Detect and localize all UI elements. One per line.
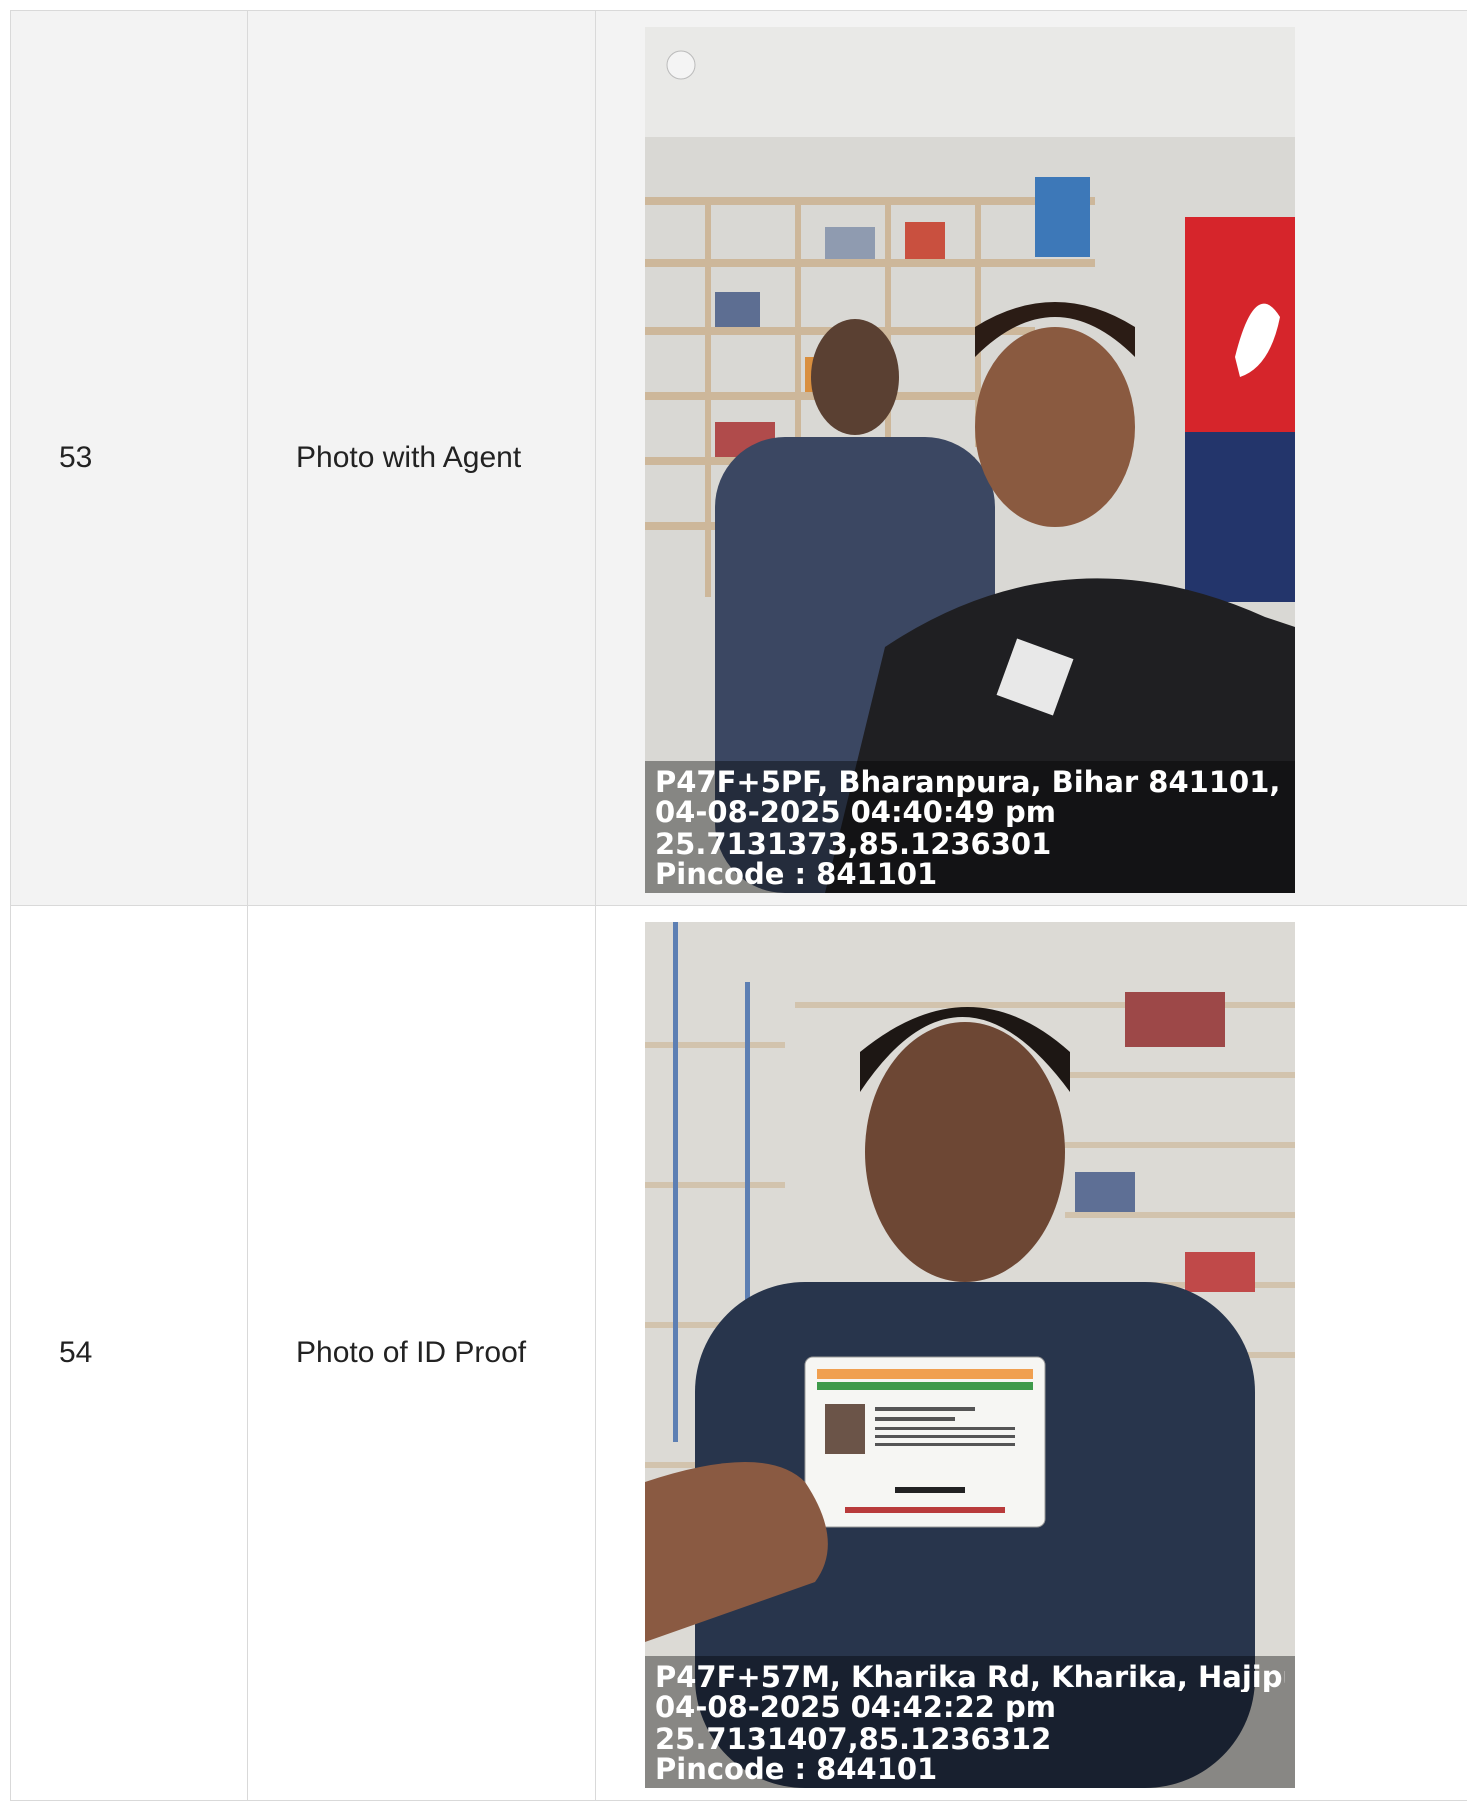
- geo-stamp: P47F+5PF, Bharanpura, Bihar 841101, Indi…: [645, 761, 1295, 893]
- agent-selfie-photo[interactable]: P47F+5PF, Bharanpura, Bihar 841101, Indi…: [645, 27, 1295, 893]
- geo-stamp: P47F+57M, Kharika Rd, Kharika, Hajipur, …: [645, 1656, 1295, 1788]
- stamp-address: P47F+57M, Kharika Rd, Kharika, Hajipur, …: [655, 1662, 1285, 1692]
- stamp-pincode: Pincode : 844101: [655, 1754, 1285, 1784]
- serial-number: 53: [11, 11, 248, 906]
- table-row: 53 Photo with Agent: [11, 11, 1467, 906]
- field-label: Photo with Agent: [248, 11, 596, 906]
- table-row: 54 Photo of ID Proof: [11, 906, 1467, 1801]
- report-table: 53 Photo with Agent: [10, 10, 1467, 1801]
- stamp-address: P47F+5PF, Bharanpura, Bihar 841101, Indi…: [655, 767, 1285, 797]
- stamp-coordinates: 25.7131373,85.1236301: [655, 829, 1285, 859]
- field-label: Photo of ID Proof: [248, 906, 596, 1801]
- photo-cell: P47F+57M, Kharika Rd, Kharika, Hajipur, …: [596, 906, 1467, 1801]
- stamp-datetime: 04-08-2025 04:40:49 pm: [655, 797, 1285, 827]
- photo-cell: P47F+5PF, Bharanpura, Bihar 841101, Indi…: [596, 11, 1467, 906]
- stamp-pincode: Pincode : 841101: [655, 859, 1285, 889]
- serial-number: 54: [11, 906, 248, 1801]
- stamp-coordinates: 25.7131407,85.1236312: [655, 1724, 1285, 1754]
- id-proof-photo[interactable]: P47F+57M, Kharika Rd, Kharika, Hajipur, …: [645, 922, 1295, 1788]
- stamp-datetime: 04-08-2025 04:42:22 pm: [655, 1692, 1285, 1722]
